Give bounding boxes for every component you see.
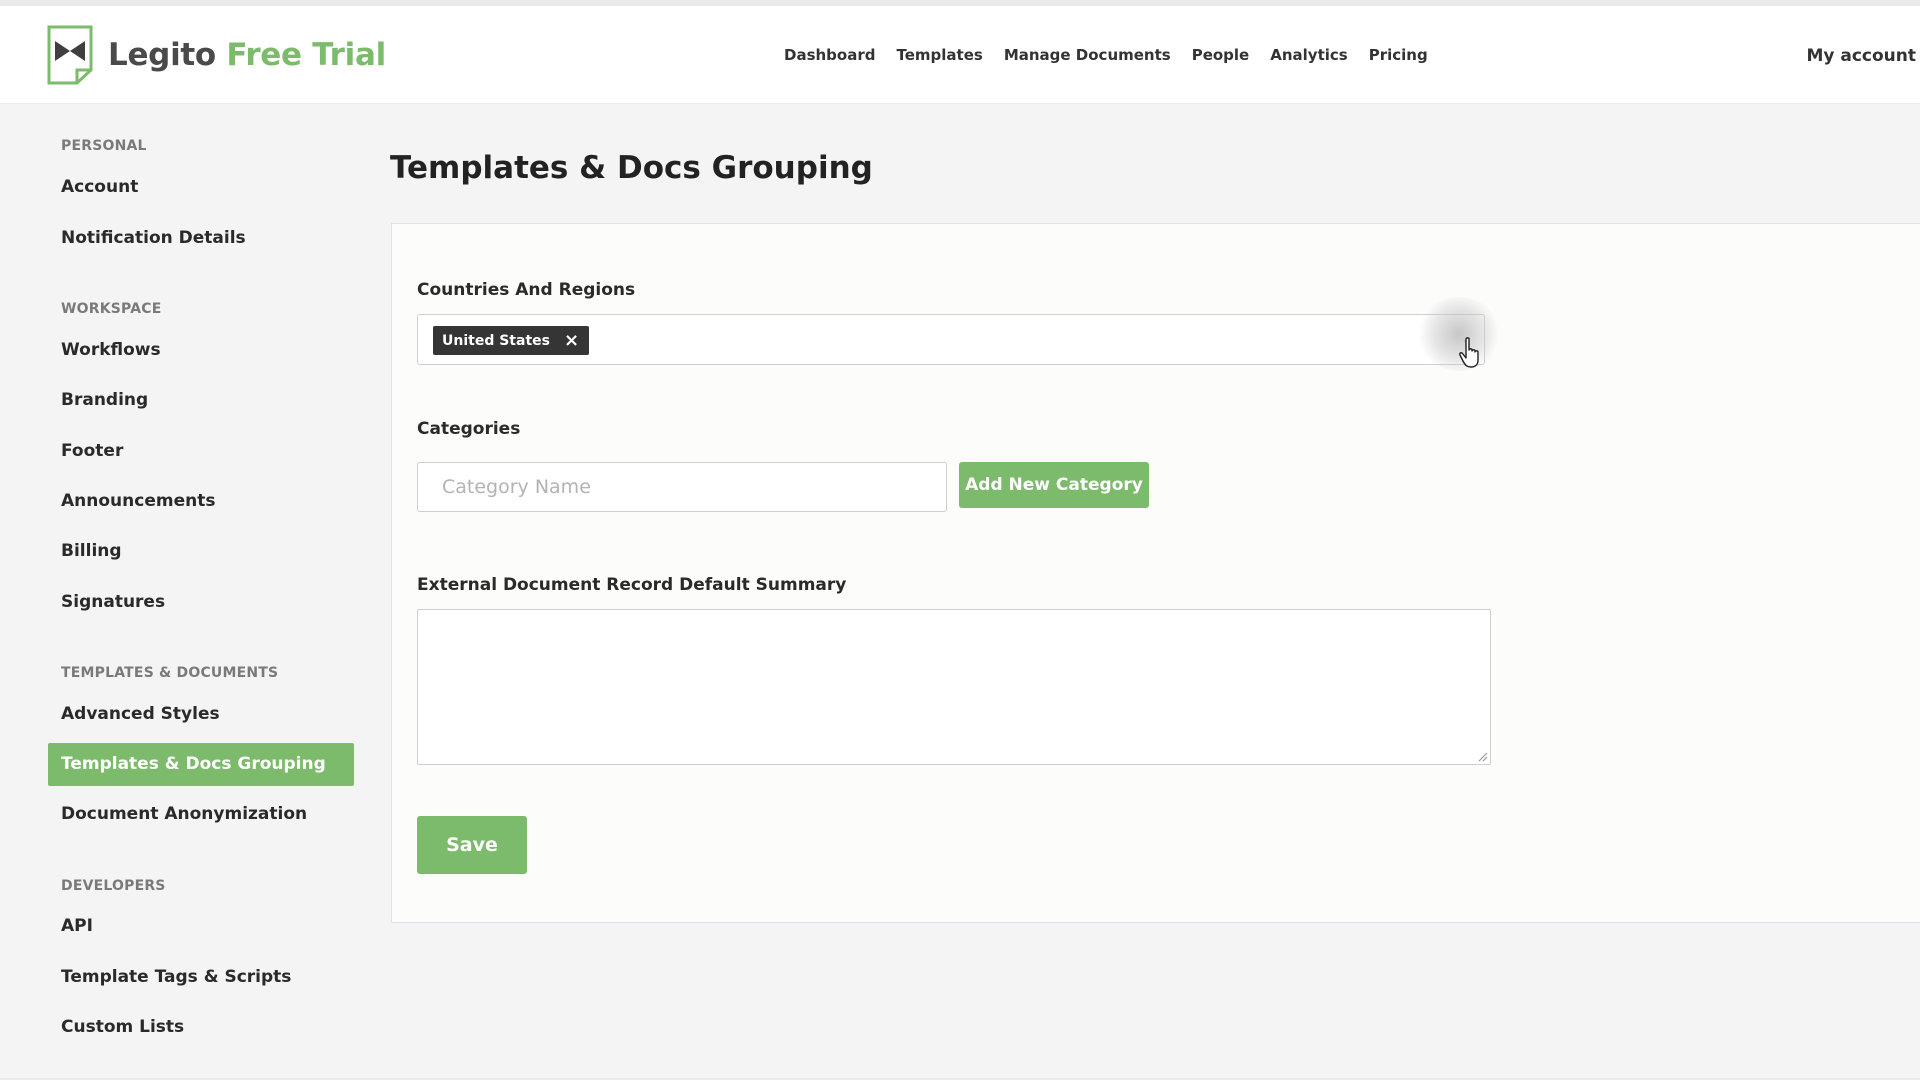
close-icon[interactable]: × — [564, 331, 579, 350]
country-tag-label: United States — [442, 332, 550, 349]
sidebar-section-developers: DEVELOPERS — [61, 878, 166, 894]
sidebar-item-billing[interactable]: Billing — [48, 530, 354, 573]
brand-name-trial: Free Trial — [226, 37, 386, 73]
nav-people[interactable]: People — [1192, 46, 1250, 64]
sidebar-item-notification-details[interactable]: Notification Details — [48, 217, 354, 260]
sidebar-section-templates-documents: TEMPLATES & DOCUMENTS — [61, 665, 279, 681]
my-account-link[interactable]: My account — [1806, 46, 1916, 66]
sidebar-item-templates-docs-grouping[interactable]: Templates & Docs Grouping — [48, 743, 354, 786]
main-nav: Dashboard Templates Manage Documents Peo… — [784, 46, 1428, 64]
sidebar-item-account[interactable]: Account — [48, 166, 354, 209]
sidebar-item-api[interactable]: API — [48, 905, 354, 948]
page-title: Templates & Docs Grouping — [390, 150, 873, 186]
brand-name-primary: Legito — [108, 37, 216, 73]
sidebar-item-custom-lists[interactable]: Custom Lists — [48, 1006, 354, 1049]
sidebar-item-advanced-styles[interactable]: Advanced Styles — [48, 693, 354, 736]
nav-templates[interactable]: Templates — [896, 46, 982, 64]
sidebar-section-personal: PERSONAL — [61, 138, 147, 154]
sidebar-item-announcements[interactable]: Announcements — [48, 480, 354, 523]
sidebar-item-template-tags-scripts[interactable]: Template Tags & Scripts — [48, 956, 354, 999]
countries-regions-select[interactable]: United States × ⌄ — [417, 314, 1485, 365]
nav-pricing[interactable]: Pricing — [1369, 46, 1428, 64]
categories-label: Categories — [417, 419, 521, 439]
resize-handle-icon[interactable] — [1478, 752, 1488, 762]
brand-name: Legito Free Trial — [108, 37, 386, 73]
nav-analytics[interactable]: Analytics — [1270, 46, 1347, 64]
settings-card: Countries And Regions United States × ⌄ … — [391, 223, 1920, 923]
top-navbar: Legito Free Trial Dashboard Templates Ma… — [0, 6, 1920, 104]
default-summary-textarea[interactable] — [417, 609, 1491, 765]
legito-logo-icon — [47, 25, 93, 85]
sidebar-item-footer[interactable]: Footer — [48, 430, 354, 473]
sidebar-item-branding[interactable]: Branding — [48, 379, 354, 422]
sidebar-section-workspace: WORKSPACE — [61, 301, 162, 317]
sidebar-item-workflows[interactable]: Workflows — [48, 329, 354, 372]
category-name-input[interactable] — [417, 462, 947, 512]
hand-cursor-icon — [1459, 337, 1479, 368]
countries-regions-label: Countries And Regions — [417, 280, 636, 300]
country-tag: United States × — [433, 326, 590, 355]
nav-dashboard[interactable]: Dashboard — [784, 46, 875, 64]
add-new-category-button[interactable]: Add New Category — [959, 462, 1149, 508]
nav-manage-documents[interactable]: Manage Documents — [1004, 46, 1171, 64]
sidebar-item-document-anonymization[interactable]: Document Anonymization — [48, 793, 354, 836]
save-button[interactable]: Save — [417, 816, 527, 874]
brand-logo[interactable]: Legito Free Trial — [46, 24, 386, 86]
sidebar-item-signatures[interactable]: Signatures — [48, 581, 354, 624]
summary-label: External Document Record Default Summary — [417, 575, 847, 595]
